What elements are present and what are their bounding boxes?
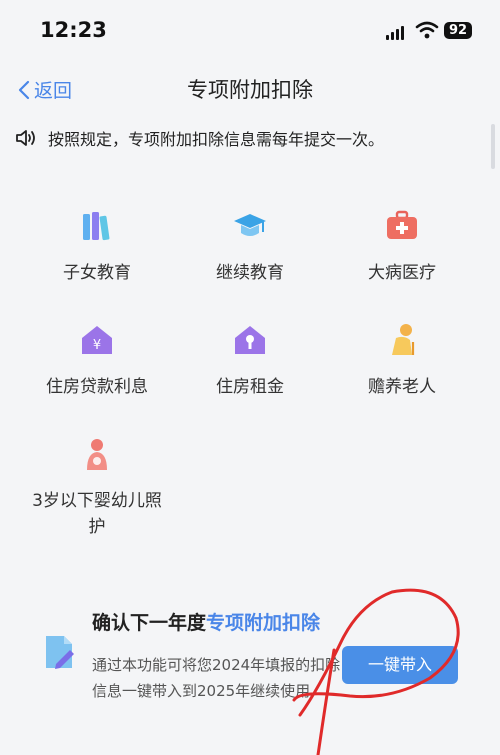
category-label: 住房租金	[216, 377, 284, 397]
status-bar: 12:23 92	[0, 0, 500, 60]
category-children-education[interactable]: 子女教育	[17, 208, 177, 286]
house-key-icon	[235, 326, 265, 354]
cellular-signal-icon	[386, 24, 408, 40]
one-click-import-button[interactable]: 一键带入	[342, 646, 458, 684]
category-housing-loan-interest[interactable]: ¥ 住房贷款利息	[17, 322, 177, 400]
category-elderly-support[interactable]: 赡养老人	[322, 322, 482, 400]
battery-indicator: 92	[444, 22, 472, 39]
category-label: 继续教育	[216, 263, 284, 283]
category-label: 子女教育	[63, 263, 131, 283]
category-label: 住房贷款利息	[46, 377, 148, 397]
category-label: 赡养老人	[368, 377, 436, 397]
status-time: 12:23	[40, 18, 107, 42]
notice-banner: 按照规定，专项附加扣除信息需每年提交一次。	[14, 126, 384, 150]
category-label: 大病医疗	[368, 263, 436, 283]
category-housing-rent[interactable]: 住房租金	[170, 322, 330, 400]
elderly-icon	[392, 324, 415, 355]
books-icon	[83, 212, 110, 241]
category-continuing-education[interactable]: 继续教育	[170, 208, 330, 286]
category-serious-illness[interactable]: 大病医疗	[322, 208, 482, 286]
medical-kit-icon	[387, 210, 417, 239]
graduation-cap-icon	[234, 214, 266, 236]
navigation-bar: 返回 专项附加扣除	[0, 62, 500, 114]
promo-title: 确认下一年度专项附加扣除	[92, 612, 321, 634]
category-infant-care[interactable]: 3岁以下婴幼儿照护	[17, 436, 177, 540]
promo-description: 通过本功能可将您2024年填报的扣除信息一键带入到2025年继续使用	[92, 656, 341, 700]
notice-text: 按照规定，专项附加扣除信息需每年提交一次。	[48, 130, 385, 149]
promo-title-highlight: 专项附加扣除	[206, 612, 321, 634]
page-title: 专项附加扣除	[187, 78, 313, 102]
mother-baby-icon	[87, 439, 107, 470]
carry-over-promo: 确认下一年度专项附加扣除 通过本功能可将您2024年填报的扣除信息一键带入到20…	[0, 590, 500, 755]
svg-text:¥: ¥	[93, 338, 101, 353]
wifi-icon	[415, 21, 439, 39]
house-yuan-icon: ¥	[82, 326, 112, 354]
scrollbar[interactable]	[491, 124, 495, 169]
category-label: 3岁以下婴幼儿照护	[32, 491, 162, 537]
edit-document-icon	[46, 636, 74, 669]
speaker-icon	[16, 130, 35, 146]
